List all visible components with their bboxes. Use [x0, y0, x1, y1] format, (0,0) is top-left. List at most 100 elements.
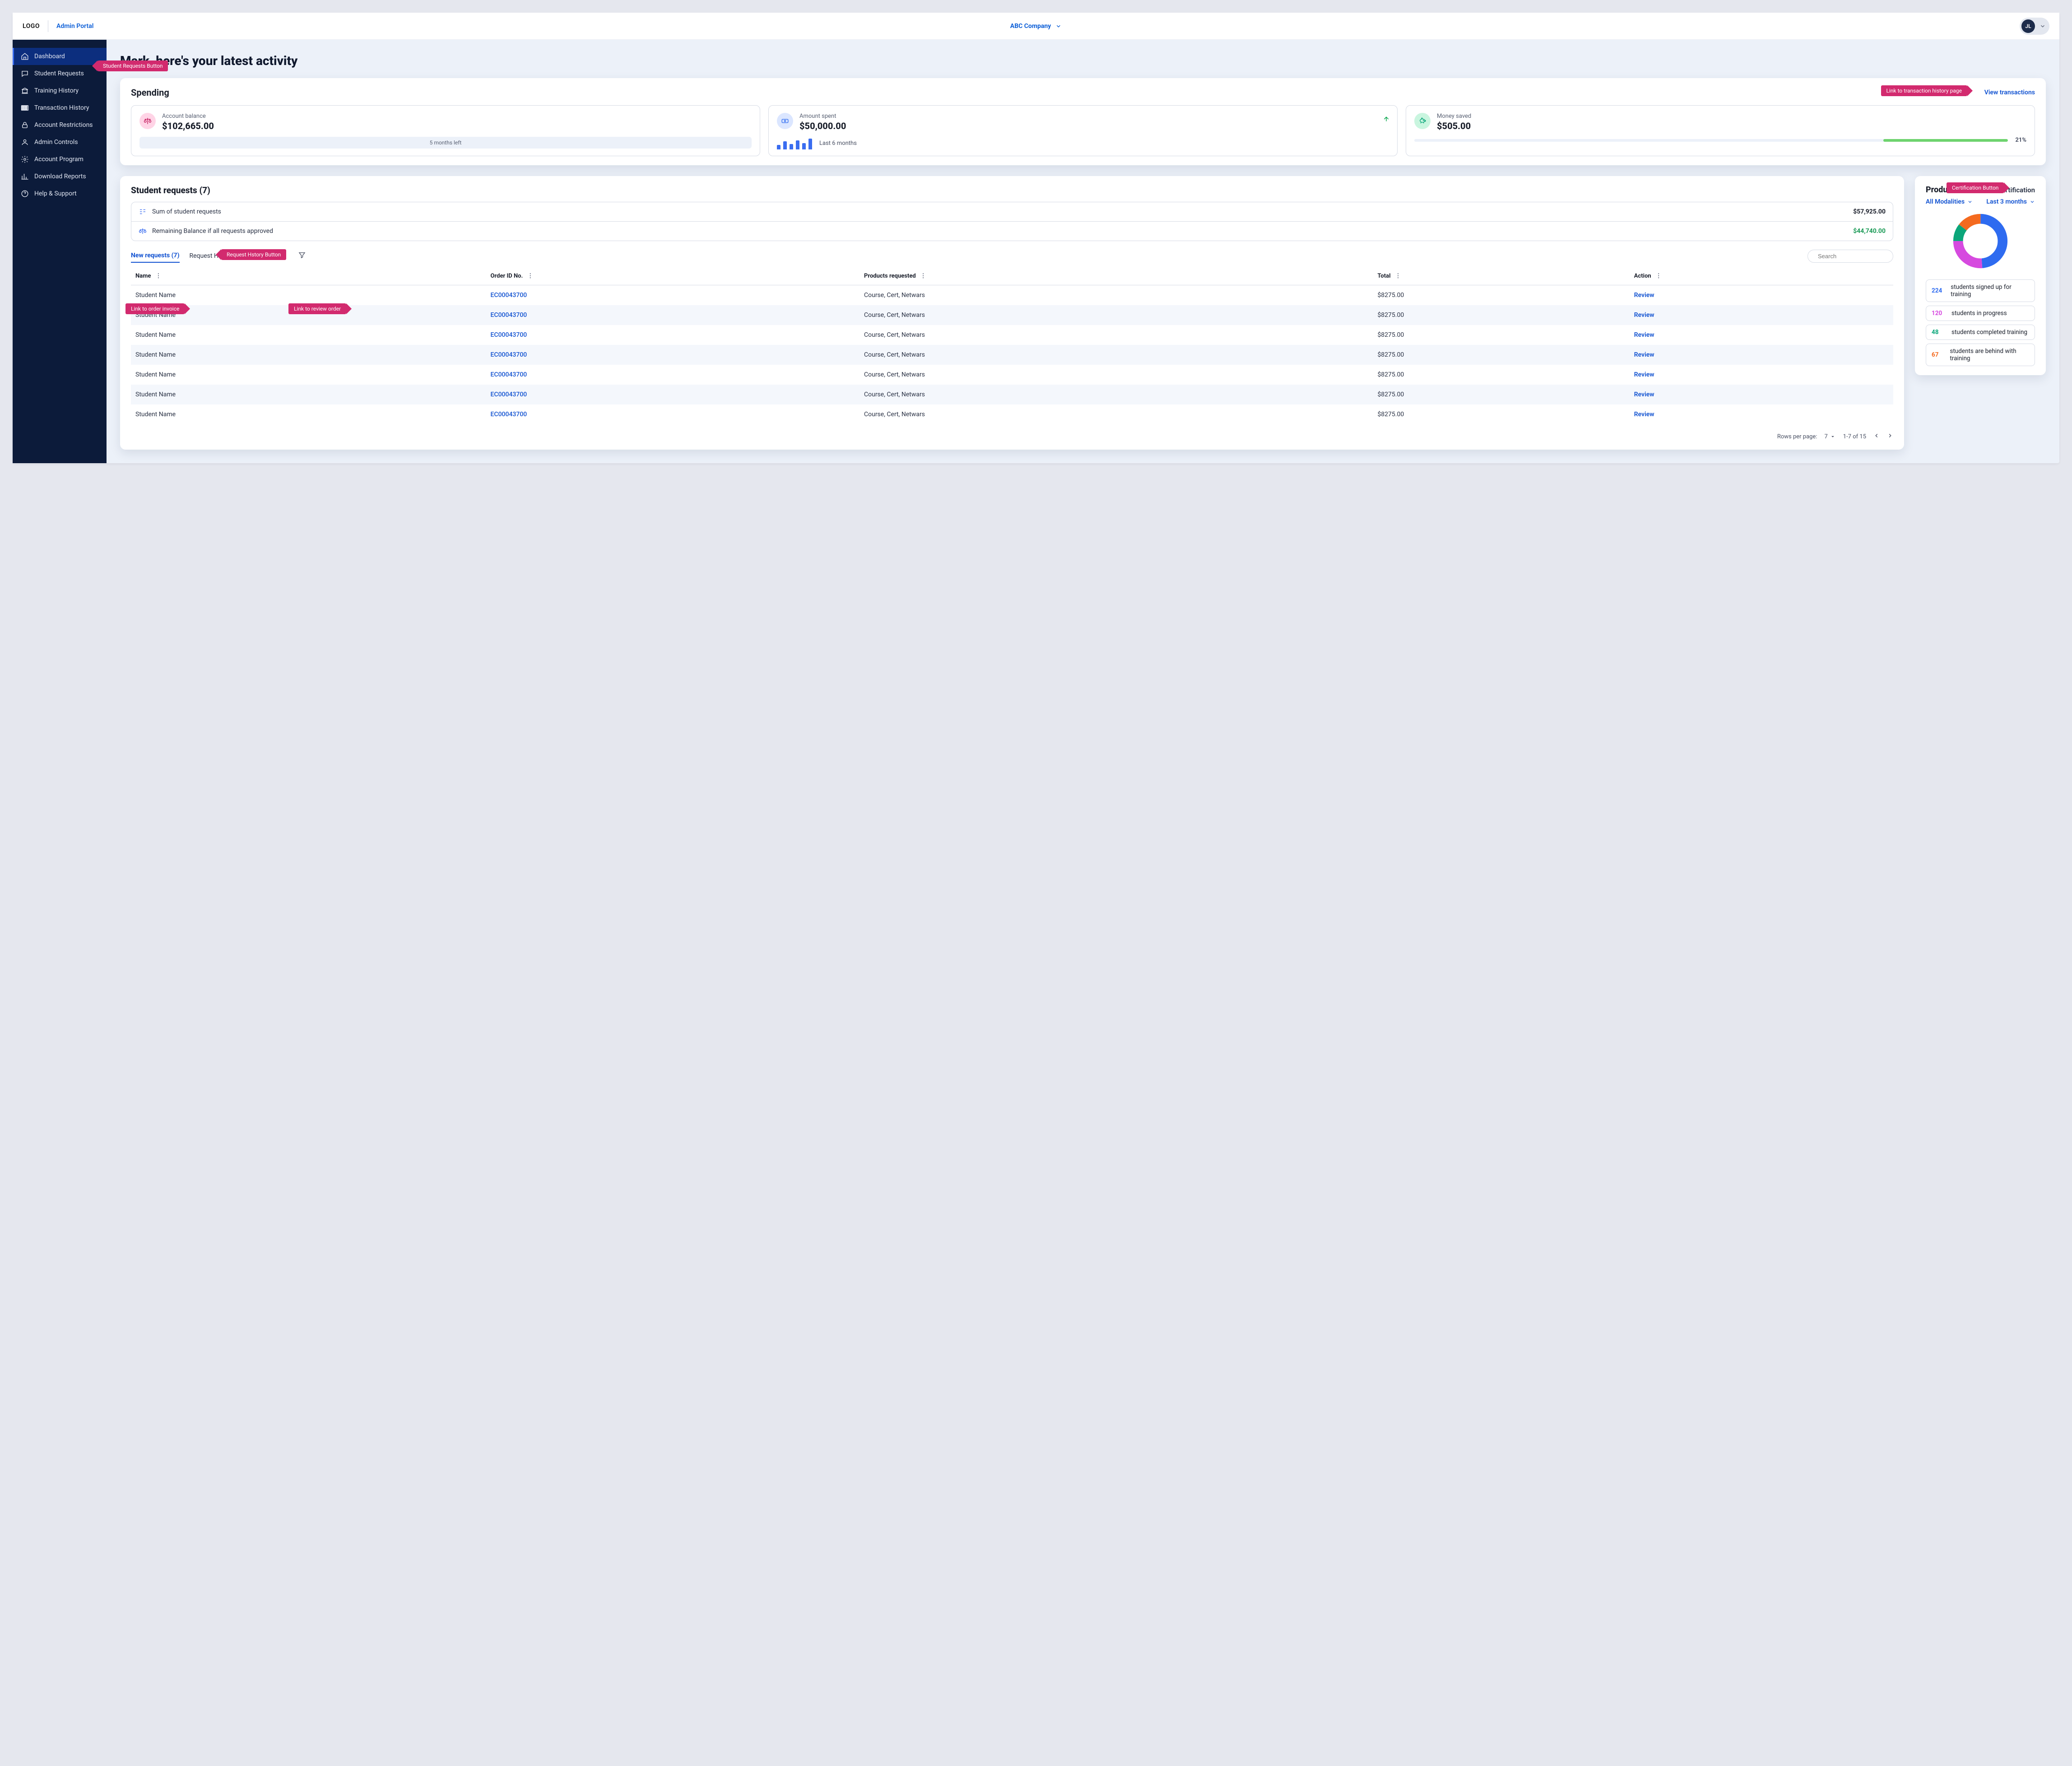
kebab-icon[interactable]: ⋮ [1395, 273, 1401, 279]
spending-title: Spending [131, 87, 169, 98]
sidebar-item-help-support[interactable]: Help & Support [13, 185, 107, 202]
kebab-icon[interactable]: ⋮ [527, 273, 533, 279]
sidebar-item-training-history[interactable]: Training History [13, 82, 107, 99]
stat-label: Account balance [162, 113, 214, 120]
order-id-link[interactable]: EC00043700 [491, 331, 527, 339]
sum-value: $57,925.00 [1853, 208, 1886, 215]
next-page-button[interactable] [1887, 432, 1893, 441]
cell-products: Course, Cert, Netwars [859, 325, 1373, 345]
legend-item: 67students are behind with training [1926, 344, 2035, 366]
sidebar-item-account-restrictions[interactable]: Account Restrictions [13, 116, 107, 134]
remain-label: Remaining Balance if all requests approv… [152, 228, 273, 235]
kebab-icon[interactable]: ⋮ [155, 273, 161, 279]
sidebar-item-label: Student Requests [34, 70, 84, 77]
cell-products: Course, Cert, Netwars [859, 385, 1373, 404]
cell-total: $8275.00 [1373, 285, 1629, 306]
search-field[interactable] [1817, 252, 1898, 260]
stat-value: $505.00 [1437, 121, 1471, 131]
review-link[interactable]: Review [1634, 351, 1654, 358]
kebab-icon[interactable]: ⋮ [920, 273, 926, 279]
cell-name: Student Name [131, 325, 486, 345]
order-id-link[interactable]: EC00043700 [491, 391, 527, 398]
rows-per-page-select[interactable]: 7 [1824, 433, 1835, 440]
annotation-order-invoice: Link to order invoice [125, 303, 185, 314]
portal-link[interactable]: Admin Portal [56, 23, 93, 30]
filter-icon[interactable] [298, 251, 306, 261]
stat-label: Amount spent [799, 113, 846, 120]
company-name: ABC Company [1010, 23, 1051, 30]
cell-name: Student Name [131, 404, 486, 424]
stat-value: $50,000.00 [799, 121, 846, 131]
review-link[interactable]: Review [1634, 292, 1654, 299]
view-transactions-link[interactable]: View transactions [1984, 89, 2035, 96]
modality-select[interactable]: All Modalities [1926, 198, 1973, 205]
sidebar-item-admin-controls[interactable]: Admin Controls [13, 134, 107, 151]
user-icon [21, 138, 29, 146]
cell-name: Student Name [131, 345, 486, 365]
order-id-link[interactable]: EC00043700 [491, 292, 527, 299]
sidebar-item-label: Account Restrictions [34, 121, 93, 129]
order-id-link[interactable]: EC00043700 [491, 371, 527, 378]
bank-icon [21, 87, 29, 95]
legend-label: students signed up for training [1951, 283, 2029, 298]
stat-label: Money saved [1437, 113, 1471, 120]
col-products-requested[interactable]: Products requested⋮ [859, 267, 1373, 285]
company-selector[interactable]: ABC Company [1010, 23, 1062, 30]
requests-card: Student requests (7) Sum of student requ… [120, 176, 1904, 450]
period-select[interactable]: Last 3 months [1986, 198, 2035, 205]
spent-sparkline [777, 137, 812, 149]
review-link[interactable]: Review [1634, 411, 1654, 418]
annotation-review-order: Link to review order [288, 303, 346, 314]
order-id-link[interactable]: EC00043700 [491, 351, 527, 358]
legend-label: students in progress [1951, 310, 2007, 317]
col-action[interactable]: Action⋮ [1630, 267, 1893, 285]
col-order-id-no-[interactable]: Order ID No.⋮ [486, 267, 859, 285]
review-link[interactable]: Review [1634, 311, 1654, 319]
col-total[interactable]: Total⋮ [1373, 267, 1629, 285]
chevron-down-icon [1967, 199, 1973, 204]
cell-name: Student Name [131, 365, 486, 385]
gear-icon [21, 155, 29, 163]
sidebar-item-label: Help & Support [34, 190, 77, 197]
stat-balance: Account balance $102,665.00 5 months lef… [131, 105, 760, 156]
sidebar-item-account-program[interactable]: Account Program [13, 151, 107, 168]
cell-name: Student Name [131, 285, 486, 306]
cell-products: Course, Cert, Netwars [859, 345, 1373, 365]
pager: Rows per page: 7 1-7 of 15 [131, 432, 1893, 441]
chart-icon [21, 172, 29, 181]
scale-icon [139, 227, 147, 235]
review-link[interactable]: Review [1634, 391, 1654, 398]
list-icon [139, 208, 147, 216]
order-id-link[interactable]: EC00043700 [491, 411, 527, 418]
legend-count: 48 [1932, 329, 1947, 336]
totals-donut [1951, 212, 2010, 270]
table-row: Student NameEC00043700Course, Cert, Netw… [131, 385, 1893, 404]
tab-new-requests[interactable]: New requests (7) [131, 249, 180, 263]
stat-saved: Money saved $505.00 21% [1406, 105, 2035, 156]
kebab-icon[interactable]: ⋮ [1656, 273, 1662, 279]
cell-products: Course, Cert, Netwars [859, 365, 1373, 385]
requests-summary: Sum of student requests $57,925.00 Remai… [131, 202, 1893, 241]
review-link[interactable]: Review [1634, 371, 1654, 378]
order-id-link[interactable]: EC00043700 [491, 311, 527, 319]
review-link[interactable]: Review [1634, 331, 1654, 339]
col-name[interactable]: Name⋮ [131, 267, 486, 285]
legend-label: students are behind with training [1950, 348, 2029, 362]
annotation-student-requests: Student Requests Button [98, 60, 168, 71]
legend-count: 224 [1932, 287, 1946, 294]
legend-count: 120 [1932, 310, 1947, 317]
legend-item: 48 students completed training [1926, 325, 2035, 340]
table-row: Student Name EC00043700 Course, Cert, Netw… [131, 365, 1893, 385]
search-input[interactable] [1807, 250, 1893, 263]
prev-page-button[interactable] [1873, 432, 1880, 441]
annotation-request-history: Request Hstory Button [221, 249, 286, 260]
cell-products: Course, Cert, Netwars [859, 305, 1373, 325]
chevron-down-icon [2030, 199, 2035, 204]
sidebar-item-download-reports[interactable]: Download Reports [13, 168, 107, 185]
topbar: LOGO Admin Portal ABC Company JL [13, 13, 2059, 40]
requests-title: Student requests (7) [131, 185, 1893, 195]
help-icon [21, 190, 29, 198]
sidebar-item-transaction-history[interactable]: Transaction History [13, 99, 107, 116]
legend-label: students completed training [1951, 329, 2027, 336]
profile-chip[interactable]: JL [2020, 18, 2049, 35]
